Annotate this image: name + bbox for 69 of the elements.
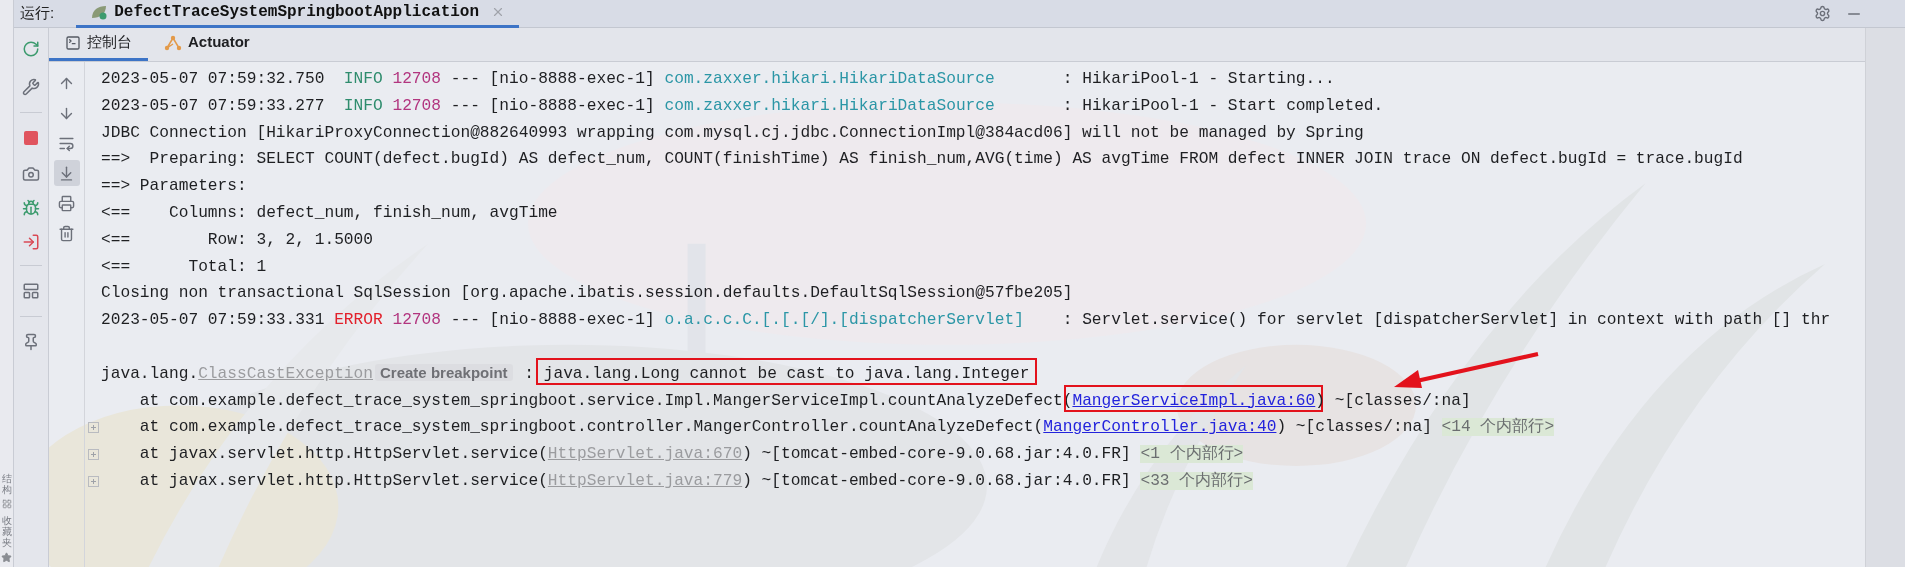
console-tab-label: Actuator	[188, 32, 250, 53]
process-id: 12708	[392, 96, 441, 115]
scroll-to-end-button[interactable]	[53, 160, 80, 186]
log-level: ERROR	[334, 311, 383, 330]
run-label: 运行:	[20, 3, 55, 24]
source-link[interactable]: MangerController.java:40	[1043, 418, 1277, 437]
logger-name: com.zaxxer.hikari.HikariDataSource	[664, 96, 995, 115]
log-text: Closing non transactional SqlSession [org.apache.ibatis.session.defaults.DefaultSqlSession@57fbe205]	[101, 284, 1073, 303]
import-icon[interactable]	[22, 233, 40, 251]
log-text: at javax.servlet.http.HttpServlet.service(	[138, 471, 548, 490]
log-text: <== Columns: defect_num, finish_num, avgTime	[101, 204, 558, 222]
log-text: ) ~[tomcat-embed-core-9.0.68.jar:4.0.FR]	[742, 445, 1132, 464]
process-id: 12708	[392, 70, 441, 88]
camera-icon[interactable]	[22, 165, 40, 183]
scroll-to-end-icon	[58, 164, 75, 182]
rerun-icon[interactable]	[22, 40, 40, 58]
log-text: :	[523, 364, 535, 383]
log-text: <== Row: 3, 2, 1.5000	[101, 230, 373, 249]
folded-lines-hint[interactable]: <14 个内部行>	[1441, 418, 1555, 437]
log-text: --- [nio-8888-exec-1]	[449, 311, 656, 330]
source-link[interactable]: MangerServiceImpl.java:60	[1072, 391, 1316, 410]
console-icon	[65, 34, 81, 51]
source-link[interactable]: HttpServlet.java:779	[547, 471, 743, 490]
fold-icon[interactable]	[87, 475, 99, 487]
bug-icon[interactable]	[22, 199, 40, 217]
logger-name: o.a.c.c.C.[.[.[/].[dispatcherServlet]	[664, 311, 1024, 330]
source-link[interactable]: ClassCastException	[198, 364, 373, 383]
log-text: 2023-05-07 07:59:32.750	[101, 70, 326, 88]
star-icon[interactable]	[1, 552, 12, 563]
log-text: ) ~[classes/:na]	[1315, 391, 1471, 410]
wrench-icon[interactable]	[22, 78, 40, 96]
log-text: ==> Parameters:	[101, 177, 247, 196]
log-text: <== Total: 1	[101, 257, 267, 276]
app-leaf-icon	[90, 4, 109, 20]
log-text: : Servlet.service() for servlet [dispatcherServlet] in context with path [] thr	[1061, 311, 1831, 330]
log-text: : HikariPool-1 - Starting...	[1061, 70, 1335, 88]
trash-icon	[58, 224, 75, 242]
actuator-icon	[164, 34, 182, 51]
side-panel-label[interactable]: 收藏夹	[1, 515, 12, 548]
log-text: at com.example.defect_trace_system_springboot.controller.MangerController.countAnalyzeDefect(	[138, 418, 1044, 437]
run-tab-title: DefectTraceSystemSpringbootApplication	[114, 2, 480, 23]
log-text: at javax.servlet.http.HttpServlet.service(	[138, 445, 548, 464]
logger-name: com.zaxxer.hikari.HikariDataSource	[664, 70, 995, 88]
layout-icon[interactable]	[22, 282, 40, 300]
log-text: --- [nio-8888-exec-1]	[449, 70, 656, 88]
settings-icon[interactable]	[1814, 5, 1831, 22]
fold-icon[interactable]	[87, 449, 99, 461]
log-text: ) ~[classes/:na]	[1276, 418, 1433, 437]
process-id: 12708	[392, 311, 441, 330]
source-link[interactable]: HttpServlet.java:670	[547, 445, 743, 464]
log-text: ==> Preparing: SELECT COUNT(defect.bugId) AS defect_num, COUNT(finishTime) AS finish_num,AVG(time) AS avgTime FROM defect INNER JOIN trace ON defect.bugId = trace.bugId	[101, 150, 1743, 169]
console-tab[interactable]: Actuator	[148, 27, 266, 61]
log-text: 2023-05-07 07:59:33.277	[101, 96, 326, 115]
pin-icon[interactable]	[22, 333, 40, 351]
log-text: JDBC Connection [HikariProxyConnection@882640993 wrapping com.mysql.cj.jdbc.ConnectionImpl@384acd06] will not be managed by Spring	[101, 123, 1364, 142]
side-panel-label[interactable]: 结构	[1, 473, 12, 495]
log-level: INFO	[343, 96, 383, 115]
console-tab-label: 控制台	[87, 32, 132, 53]
log-text: ) ~[tomcat-embed-core-9.0.68.jar:4.0.FR]	[742, 471, 1132, 490]
log-level: INFO	[343, 70, 383, 88]
fold-icon[interactable]	[87, 422, 99, 434]
log-text: --- [nio-8888-exec-1]	[449, 96, 656, 115]
log-text: java.lang.Long cannot be cast to java.lang.Integer	[543, 364, 1030, 383]
log-text: 2023-05-07 07:59:33.331	[101, 311, 326, 330]
log-text: : HikariPool-1 - Start completed.	[1061, 96, 1384, 115]
folded-lines-hint[interactable]: <1 个内部行>	[1140, 445, 1244, 464]
print-icon	[58, 194, 75, 212]
log-text: java.lang.	[101, 364, 199, 383]
structure-icon[interactable]	[1, 499, 12, 509]
